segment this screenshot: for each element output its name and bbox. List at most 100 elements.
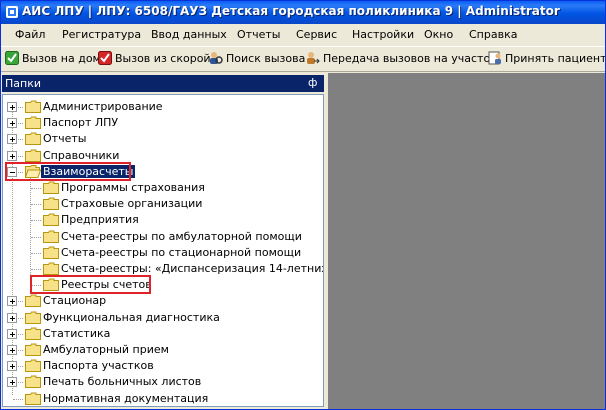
tree-item-label: Печать больничных листов [43,375,202,389]
highlight-box-invoice-registers [30,275,151,295]
window-title: АИС ЛПУ | ЛПУ: 6508/ГАУЗ Детская городск… [22,4,560,18]
workspace-area [328,73,605,409]
menu-service[interactable]: Сервис [296,28,337,41]
search-person-icon [210,52,223,64]
tree-connector-line [31,252,41,254]
folder-icon [43,181,59,194]
expand-plus-icon[interactable] [7,118,17,129]
toolbar: Вызов на дом Вызов из скорой Поиск вызов… [1,46,605,72]
tree-item-label: Статистика [43,326,111,340]
folder-icon [25,375,41,389]
tree-item-label: Нормативная документация [43,391,209,405]
tree-item[interactable]: Амбулаторный прием [3,342,323,358]
folder-icon [43,197,59,211]
expand-plus-icon[interactable] [7,377,17,388]
tree-item-label: Справочники [43,148,120,162]
tree-item[interactable]: Функциональная диагностика [3,310,323,326]
tree-item-label: Предприятия [61,213,139,227]
tree-item-label: Счета-реестры: «Диспансеризация 14-летни… [61,262,324,275]
folder-icon [25,311,41,324]
tree-item[interactable]: Паспорта участков [3,358,323,374]
menu-window[interactable]: Окно [424,28,453,41]
tree-item-label: Амбулаторный прием [43,343,169,356]
tree-item-label: Счета-реестры по амбулаторной помощи [61,229,302,243]
menu-help[interactable]: Справка [469,28,517,41]
tree-item[interactable]: Счета-реестры по стационарной помощи [3,245,323,261]
ambulance-call-button[interactable]: Вызов из скорой [98,51,211,67]
expand-plus-icon[interactable] [7,361,17,372]
folder-icon [25,149,41,162]
ambulance-check-icon [98,51,112,65]
transfer-calls-button[interactable]: Передача вызовов на участок [306,51,497,67]
tree-item[interactable]: Статистика [3,326,323,342]
accept-patient-icon [488,51,501,65]
folder-icon [43,230,59,243]
home-call-button[interactable]: Вызов на дом [5,51,101,67]
tree-item[interactable]: Стационар [3,293,323,309]
folder-icon [25,116,41,130]
app-window: АИС ЛПУ | ЛПУ: 6508/ГАУЗ Детская городск… [0,0,606,410]
accept-patient-button[interactable]: Принять пациента [488,51,606,67]
pin-icon[interactable]: ф [308,76,317,89]
tree-connector-line [31,269,41,270]
menu-data-input[interactable]: Ввод данных [151,28,227,41]
app-icon [6,6,18,18]
accept-patient-label: Принять пациента [505,52,606,65]
menu-registry[interactable]: Регистратура [62,28,141,41]
tree-item-label: Паспорта участков [43,359,154,373]
tree-item[interactable]: Паспорт ЛПУ [3,115,323,131]
folder-icon [25,100,41,113]
tree-connector-line [13,398,23,400]
tree-connector-line [31,188,41,189]
folders-panel-title: Папки [5,77,41,90]
tree-item[interactable]: Счета-реестры по амбулаторной помощи [3,229,323,245]
folder-icon [25,294,41,308]
folder-tree: Администрирование Паспорт ЛПУ Отчеты Справо… [2,94,324,407]
folder-icon [25,132,41,146]
folder-icon [43,246,59,259]
folder-icon [43,213,59,227]
tree-item[interactable]: Программы страхования [3,180,323,196]
menu-bar: Файл Регистратура Ввод данных Отчеты Сер… [1,24,605,45]
tree-item-label: Отчеты [43,132,87,146]
expand-plus-icon[interactable] [7,134,17,145]
home-call-label: Вызов на дом [22,52,101,65]
tree-item-label: Страховые организации [61,197,203,211]
tree-item-label: Счета-реестры по стационарной помощи [61,245,302,259]
expand-plus-icon[interactable] [7,296,17,307]
tree-item[interactable]: Отчеты [3,131,323,147]
tree-item[interactable]: Нормативная документация [3,391,323,406]
tree-connector-line [31,204,41,206]
expand-plus-icon[interactable] [7,328,17,339]
transfer-icon [307,52,320,64]
folder-icon [25,327,41,340]
ambulance-call-label: Вызов из скорой [115,52,211,65]
menu-file[interactable]: Файл [15,28,45,41]
expand-plus-icon[interactable] [7,102,17,112]
tree-connector-line [31,220,41,222]
tree-item-label: Программы страхования [61,181,205,194]
menu-reports[interactable]: Отчеты [237,28,280,41]
tree-item[interactable]: Печать больничных листов [3,374,323,390]
folder-icon [25,359,41,373]
expand-plus-icon[interactable] [7,345,17,355]
tree-item-label: Паспорт ЛПУ [43,116,119,130]
transfer-calls-label: Передача вызовов на участок [323,52,497,65]
search-call-button[interactable]: Поиск вызова [209,51,305,67]
tree-item[interactable]: Предприятия [3,212,323,228]
tree-item-label: Функциональная диагностика [43,310,220,324]
check-icon [5,51,19,65]
folder-icon [25,392,41,405]
tree-item-label: Администрирование [43,100,163,113]
tree-item[interactable]: Администрирование [3,99,323,115]
highlight-box-mutual-settlements [5,161,131,181]
search-call-label: Поиск вызова [226,52,306,65]
tree-connector-line [31,236,41,238]
expand-plus-icon[interactable] [7,150,17,161]
menu-settings[interactable]: Настройки [352,28,414,41]
expand-plus-icon[interactable] [7,312,17,323]
tree-item[interactable]: Страховые организации [3,196,323,212]
title-bar[interactable]: АИС ЛПУ | ЛПУ: 6508/ГАУЗ Детская городск… [1,1,605,24]
folders-panel-header: Папки ф [2,75,324,92]
folder-icon [25,343,41,356]
